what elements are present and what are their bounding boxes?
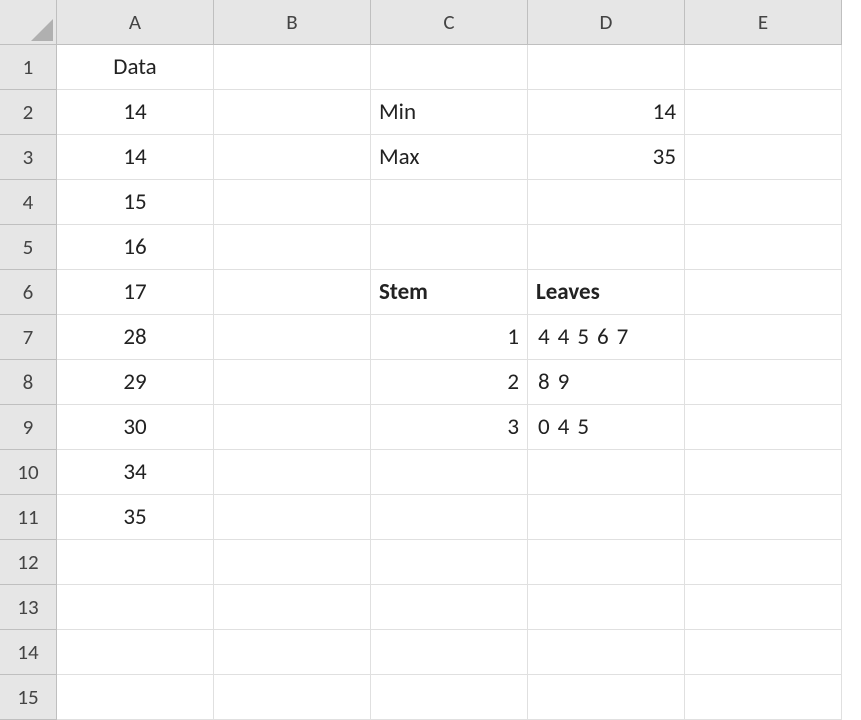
- cell-A4[interactable]: 15: [57, 180, 214, 225]
- cell-B4[interactable]: [214, 180, 371, 225]
- cell-A10[interactable]: 34: [57, 450, 214, 495]
- row-header-4[interactable]: 4: [0, 180, 57, 225]
- cell-A12[interactable]: [57, 540, 214, 585]
- cell-B9[interactable]: [214, 405, 371, 450]
- cell-E1[interactable]: [685, 45, 842, 90]
- cell-A8[interactable]: 29: [57, 360, 214, 405]
- cell-B8[interactable]: [214, 360, 371, 405]
- cell-E4[interactable]: [685, 180, 842, 225]
- cell-B10[interactable]: [214, 450, 371, 495]
- row-header-12[interactable]: 12: [0, 540, 57, 585]
- cell-A14[interactable]: [57, 630, 214, 675]
- cell-C8[interactable]: 2: [371, 360, 528, 405]
- cell-D3[interactable]: 35: [528, 135, 685, 180]
- cell-C14[interactable]: [371, 630, 528, 675]
- cell-A6[interactable]: 17: [57, 270, 214, 315]
- select-all-corner[interactable]: [0, 0, 57, 45]
- cell-E13[interactable]: [685, 585, 842, 630]
- cell-B14[interactable]: [214, 630, 371, 675]
- cell-E7[interactable]: [685, 315, 842, 360]
- cell-B13[interactable]: [214, 585, 371, 630]
- cell-A7[interactable]: 28: [57, 315, 214, 360]
- cell-C5[interactable]: [371, 225, 528, 270]
- cell-D12[interactable]: [528, 540, 685, 585]
- row-header-3[interactable]: 3: [0, 135, 57, 180]
- cell-A9[interactable]: 30: [57, 405, 214, 450]
- cell-B1[interactable]: [214, 45, 371, 90]
- cell-C15[interactable]: [371, 675, 528, 720]
- cell-D10[interactable]: [528, 450, 685, 495]
- cell-E6[interactable]: [685, 270, 842, 315]
- cell-E15[interactable]: [685, 675, 842, 720]
- row-header-7[interactable]: 7: [0, 315, 57, 360]
- column-header-D[interactable]: D: [528, 0, 685, 45]
- column-header-A[interactable]: A: [57, 0, 214, 45]
- cell-A15[interactable]: [57, 675, 214, 720]
- cell-B5[interactable]: [214, 225, 371, 270]
- cell-E9[interactable]: [685, 405, 842, 450]
- cell-C13[interactable]: [371, 585, 528, 630]
- row-header-14[interactable]: 14: [0, 630, 57, 675]
- cell-C1[interactable]: [371, 45, 528, 90]
- cell-D13[interactable]: [528, 585, 685, 630]
- row-header-6[interactable]: 6: [0, 270, 57, 315]
- cell-D15[interactable]: [528, 675, 685, 720]
- cell-E12[interactable]: [685, 540, 842, 585]
- cell-D9[interactable]: 045: [528, 405, 685, 450]
- cell-B12[interactable]: [214, 540, 371, 585]
- cell-E10[interactable]: [685, 450, 842, 495]
- cell-E5[interactable]: [685, 225, 842, 270]
- row-header-5[interactable]: 5: [0, 225, 57, 270]
- column-header-C[interactable]: C: [371, 0, 528, 45]
- cell-D14[interactable]: [528, 630, 685, 675]
- cell-C7[interactable]: 1: [371, 315, 528, 360]
- cell-D11[interactable]: [528, 495, 685, 540]
- cell-C2[interactable]: Min: [371, 90, 528, 135]
- cell-C9[interactable]: 3: [371, 405, 528, 450]
- column-header-B[interactable]: B: [214, 0, 371, 45]
- cell-A3[interactable]: 14: [57, 135, 214, 180]
- cell-A2[interactable]: 14: [57, 90, 214, 135]
- row-header-9[interactable]: 9: [0, 405, 57, 450]
- cell-E8[interactable]: [685, 360, 842, 405]
- cell-D4[interactable]: [528, 180, 685, 225]
- cell-C3[interactable]: Max: [371, 135, 528, 180]
- cell-C11[interactable]: [371, 495, 528, 540]
- cell-E2[interactable]: [685, 90, 842, 135]
- cell-D2[interactable]: 14: [528, 90, 685, 135]
- cell-B2[interactable]: [214, 90, 371, 135]
- cell-D1[interactable]: [528, 45, 685, 90]
- cell-B6[interactable]: [214, 270, 371, 315]
- cell-A11[interactable]: 35: [57, 495, 214, 540]
- cell-D5[interactable]: [528, 225, 685, 270]
- row-header-2[interactable]: 2: [0, 90, 57, 135]
- cell-A5[interactable]: 16: [57, 225, 214, 270]
- row-header-10[interactable]: 10: [0, 450, 57, 495]
- cell-E3[interactable]: [685, 135, 842, 180]
- cell-D7[interactable]: 44567: [528, 315, 685, 360]
- row-header-15[interactable]: 15: [0, 675, 57, 720]
- cell-B11[interactable]: [214, 495, 371, 540]
- cell-A1[interactable]: Data: [57, 45, 214, 90]
- cell-A13[interactable]: [57, 585, 214, 630]
- cell-D6[interactable]: Leaves: [528, 270, 685, 315]
- column-header-E[interactable]: E: [685, 0, 842, 45]
- cell-B7[interactable]: [214, 315, 371, 360]
- cell-E14[interactable]: [685, 630, 842, 675]
- cell-B3[interactable]: [214, 135, 371, 180]
- cell-B15[interactable]: [214, 675, 371, 720]
- cell-C6[interactable]: Stem: [371, 270, 528, 315]
- cell-D8[interactable]: 89: [528, 360, 685, 405]
- row-header-13[interactable]: 13: [0, 585, 57, 630]
- row-header-11[interactable]: 11: [0, 495, 57, 540]
- cell-C4[interactable]: [371, 180, 528, 225]
- row-header-1[interactable]: 1: [0, 45, 57, 90]
- row-header-8[interactable]: 8: [0, 360, 57, 405]
- cell-C12[interactable]: [371, 540, 528, 585]
- spreadsheet-grid[interactable]: ABCDE1Data214Min14314Max35415516617StemL…: [0, 0, 861, 720]
- cell-E11[interactable]: [685, 495, 842, 540]
- cell-C10[interactable]: [371, 450, 528, 495]
